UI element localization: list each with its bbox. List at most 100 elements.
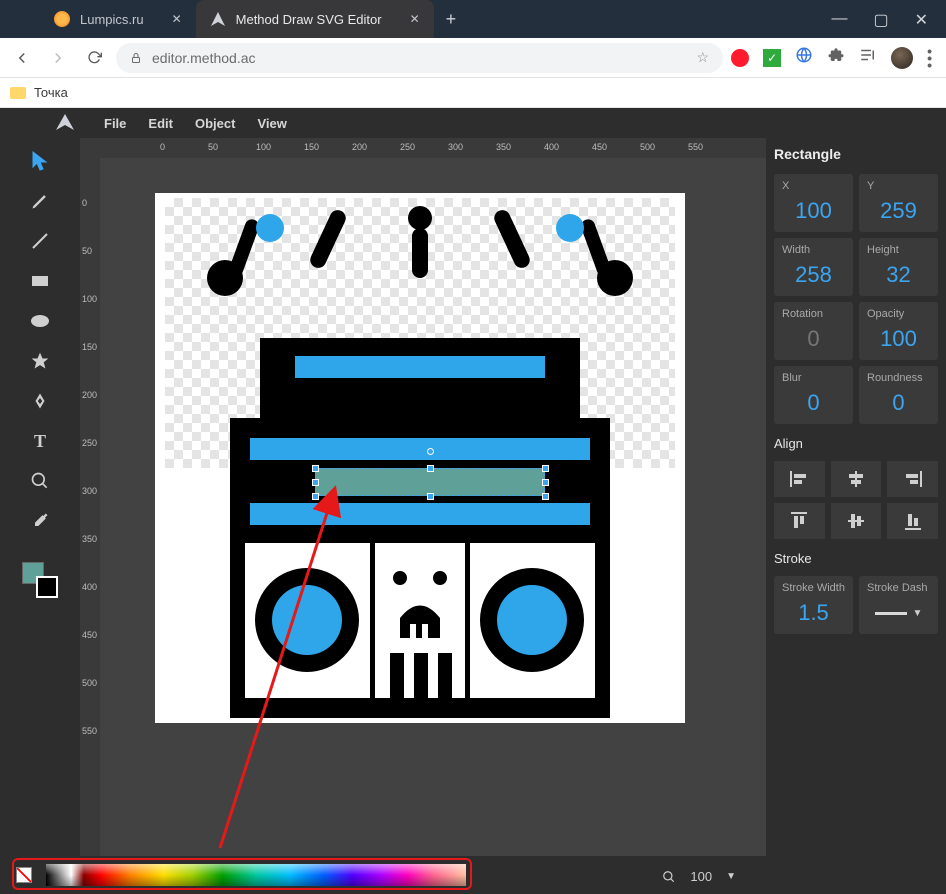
prop-roundness[interactable]: Roundness 0: [859, 366, 938, 424]
prop-value[interactable]: 100: [782, 198, 845, 224]
menu-file[interactable]: File: [104, 116, 126, 131]
resize-handle[interactable]: [312, 479, 319, 486]
align-top-button[interactable]: [774, 503, 825, 539]
resize-handle[interactable]: [542, 479, 549, 486]
close-tab-icon[interactable]: ✕: [172, 12, 182, 26]
pen-tool[interactable]: [27, 388, 53, 414]
bookmark-item[interactable]: Точка: [34, 85, 68, 100]
bookmark-folder-icon: [10, 87, 26, 99]
chevron-down-icon[interactable]: ▼: [726, 871, 736, 882]
prop-value[interactable]: 259: [867, 198, 930, 224]
rectangle-tool[interactable]: [27, 268, 53, 294]
prop-width[interactable]: Width 258: [774, 238, 853, 296]
prop-y[interactable]: Y 259: [859, 174, 938, 232]
ruler-tick: 50: [208, 142, 218, 152]
prop-value[interactable]: 32: [867, 262, 930, 288]
close-icon[interactable]: ✕: [915, 10, 928, 30]
selection-type-title: Rectangle: [774, 146, 938, 162]
tab-title: Lumpics.ru: [80, 12, 144, 27]
align-bottom-button[interactable]: [887, 503, 938, 539]
browser-tab[interactable]: Method Draw SVG Editor ✕: [196, 0, 434, 38]
reload-button[interactable]: [80, 44, 108, 72]
minimize-icon[interactable]: —: [831, 10, 847, 30]
prop-value[interactable]: 0: [782, 390, 845, 416]
zoom-tool[interactable]: [27, 468, 53, 494]
line-tool[interactable]: [27, 228, 53, 254]
prop-value[interactable]: 0: [782, 326, 845, 352]
prop-value[interactable]: 0: [867, 390, 930, 416]
text-tool[interactable]: T: [27, 428, 53, 454]
back-button[interactable]: [8, 44, 36, 72]
ruler-tick: 0: [160, 142, 165, 152]
profile-avatar[interactable]: [891, 47, 913, 69]
align-center-h-button[interactable]: [831, 461, 882, 497]
ruler-tick: 550: [688, 142, 703, 152]
globe-icon[interactable]: [795, 46, 813, 69]
ruler-tick: 500: [82, 678, 97, 688]
resize-handle[interactable]: [427, 493, 434, 500]
window-controls: — ▢ ✕: [817, 0, 942, 40]
ruler-tick: 150: [304, 142, 319, 152]
ruler-tick: 50: [82, 246, 92, 256]
menu-view[interactable]: View: [257, 116, 286, 131]
prop-value[interactable]: 1.5: [782, 600, 845, 626]
zoom-indicator[interactable]: 100 ▼: [662, 869, 736, 884]
align-right-button[interactable]: [887, 461, 938, 497]
stroke-section-title: Stroke: [774, 551, 938, 566]
align-center-v-button[interactable]: [831, 503, 882, 539]
ruler-tick: 400: [544, 142, 559, 152]
resize-handle[interactable]: [542, 493, 549, 500]
zoom-value[interactable]: 100: [690, 869, 712, 884]
opera-icon[interactable]: [731, 49, 749, 67]
prop-label: Roundness: [867, 372, 930, 384]
color-swatches[interactable]: [22, 562, 58, 598]
align-buttons: [774, 461, 938, 539]
prop-stroke-width[interactable]: Stroke Width 1.5: [774, 576, 853, 634]
address-bar[interactable]: editor.method.ac ☆: [116, 43, 723, 73]
app-logo-icon: [56, 114, 74, 133]
forward-button[interactable]: [44, 44, 72, 72]
prop-value[interactable]: 258: [782, 262, 845, 288]
canvas-viewport[interactable]: 0 50 100 150 200 250 300 350 400 450 500…: [80, 138, 766, 856]
menu-edit[interactable]: Edit: [148, 116, 173, 131]
selection-bounding-box[interactable]: [315, 468, 545, 496]
resize-handle[interactable]: [427, 465, 434, 472]
media-icon[interactable]: [859, 46, 877, 69]
extensions-puzzle-icon[interactable]: [827, 46, 845, 69]
ellipse-tool[interactable]: [27, 308, 53, 334]
ruler-tick: 200: [352, 142, 367, 152]
align-left-button[interactable]: [774, 461, 825, 497]
prop-blur[interactable]: Blur 0: [774, 366, 853, 424]
prop-rotation[interactable]: Rotation 0: [774, 302, 853, 360]
star-tool[interactable]: [27, 348, 53, 374]
resize-handle[interactable]: [542, 465, 549, 472]
bookmarks-bar: Точка: [0, 78, 946, 108]
menu-object[interactable]: Object: [195, 116, 235, 131]
select-tool[interactable]: [27, 148, 53, 174]
stroke-color-swatch[interactable]: [36, 576, 58, 598]
pencil-tool[interactable]: [27, 188, 53, 214]
prop-label: Stroke Width: [782, 582, 845, 594]
resize-handle[interactable]: [312, 493, 319, 500]
check-shield-icon[interactable]: ✓: [763, 49, 781, 67]
prop-x[interactable]: X 100: [774, 174, 853, 232]
rotate-handle[interactable]: [427, 448, 434, 455]
browser-tab[interactable]: Lumpics.ru ✕: [40, 0, 196, 38]
maximize-icon[interactable]: ▢: [873, 10, 888, 30]
kebab-menu-icon[interactable]: •••: [927, 49, 932, 67]
ruler-vertical: 0 50 100 150 200 250 300 350 400 450 500…: [80, 158, 100, 856]
svg-editor-app: File Edit Object View T 0: [0, 108, 946, 894]
prop-opacity[interactable]: Opacity 100: [859, 302, 938, 360]
new-tab-button[interactable]: +: [434, 9, 469, 30]
ruler-tick: 400: [82, 582, 97, 592]
close-tab-icon[interactable]: ✕: [410, 12, 420, 26]
star-bookmark-icon[interactable]: ☆: [697, 49, 710, 66]
chevron-down-icon[interactable]: ▼: [913, 608, 923, 619]
canvas-artwork[interactable]: [165, 198, 675, 718]
eyedropper-tool[interactable]: [27, 508, 53, 534]
prop-value[interactable]: 100: [867, 326, 930, 352]
prop-height[interactable]: Height 32: [859, 238, 938, 296]
prop-stroke-dash[interactable]: Stroke Dash ▼: [859, 576, 938, 634]
resize-handle[interactable]: [312, 465, 319, 472]
ruler-tick: 450: [592, 142, 607, 152]
